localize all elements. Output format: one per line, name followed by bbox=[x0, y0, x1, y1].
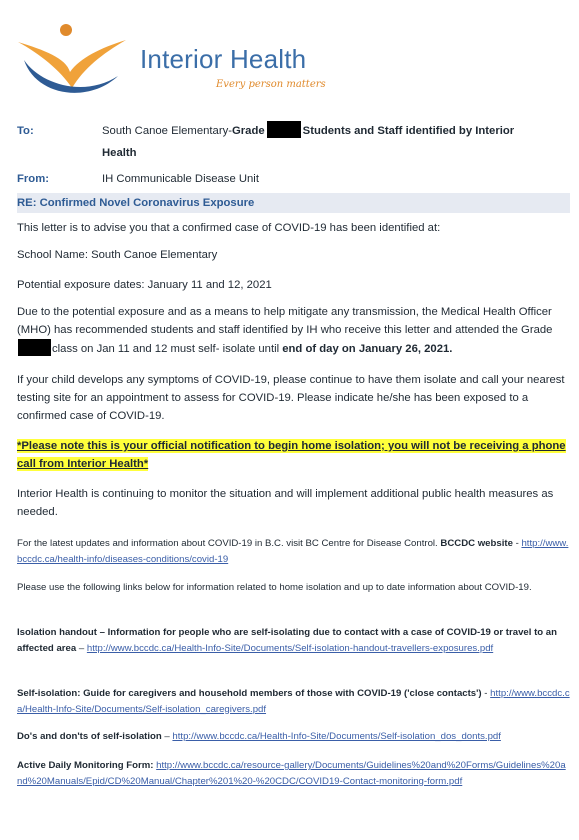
dos-donts-link[interactable]: http://www.bccdc.ca/Health-Info-Site/Doc… bbox=[172, 731, 501, 742]
dos-donts-label: Do's and don'ts of self-isolation bbox=[17, 731, 162, 742]
bccdc-paragraph: For the latest updates and information a… bbox=[17, 536, 570, 567]
intro-paragraph: This letter is to advise you that a conf… bbox=[17, 222, 441, 234]
dos-donts-item: Do's and don'ts of self-isolation – http… bbox=[17, 729, 570, 745]
bccdc-text: For the latest updates and information a… bbox=[17, 538, 438, 549]
to-school: South Canoe Elementary- bbox=[102, 125, 232, 137]
monitoring-paragraph: Interior Health is continuing to monitor… bbox=[17, 488, 554, 519]
from-row: From: IH Communicable Disease Unit bbox=[17, 168, 570, 190]
to-row: To: South Canoe Elementary-Grade Students… bbox=[17, 120, 570, 164]
letter-page: Interior Health Every person matters To:… bbox=[0, 0, 579, 840]
exposure-dates: Potential exposure dates: January 11 and… bbox=[17, 279, 272, 291]
to-grade: Grade bbox=[232, 125, 265, 137]
dash: - bbox=[512, 538, 519, 549]
isolation-text-b: class on Jan 11 and 12 must self- isolat… bbox=[52, 343, 280, 356]
bccdc-label: BCCDC website bbox=[440, 538, 513, 549]
isolation-handout-link[interactable]: http://www.bccdc.ca/Health-Info-Site/Doc… bbox=[87, 643, 493, 654]
monitoring-form-label: Active Daily Monitoring Form: bbox=[17, 760, 154, 771]
subject-line: RE: Confirmed Novel Coronavirus Exposure bbox=[17, 193, 570, 213]
notification-highlight: *Please note this is your official notif… bbox=[17, 439, 566, 472]
logo-wordmark: Interior Health bbox=[140, 44, 307, 74]
logo-tagline: Every person matters bbox=[216, 79, 326, 90]
isolation-end-date: end of day on January 26, 2021. bbox=[282, 343, 453, 356]
redaction-bar bbox=[266, 121, 301, 138]
interior-health-logo: Interior Health Every person matters bbox=[14, 14, 354, 104]
links-intro: Please use the following links below for… bbox=[17, 582, 532, 593]
from-value: IH Communicable Disease Unit bbox=[102, 173, 259, 185]
symptoms-paragraph: If your child develops any symptoms of C… bbox=[17, 374, 565, 423]
dash: - bbox=[481, 688, 488, 699]
redaction-bar bbox=[18, 339, 51, 357]
caregivers-item: Self-isolation: Guide for caregivers and… bbox=[17, 686, 570, 717]
isolation-handout-item: Isolation handout – Information for peop… bbox=[17, 625, 570, 656]
to-value: South Canoe Elementary-Grade Students and… bbox=[102, 120, 557, 164]
to-label: To: bbox=[17, 125, 34, 137]
dash: – bbox=[76, 642, 87, 654]
notification-paragraph: *Please note this is your official notif… bbox=[17, 437, 570, 473]
isolation-paragraph: Due to the potential exposure and as a m… bbox=[17, 303, 570, 359]
isolation-text-a: Due to the potential exposure and as a m… bbox=[17, 306, 553, 337]
school-name: School Name: South Canoe Elementary bbox=[17, 249, 218, 261]
to-recipients: Students and Staff identified by Interio… bbox=[302, 125, 515, 137]
logo-mark-icon bbox=[18, 24, 126, 93]
monitoring-form-item: Active Daily Monitoring Form: http://www… bbox=[17, 758, 570, 789]
from-label: From: bbox=[17, 173, 50, 185]
to-recipients-end: Health bbox=[102, 147, 137, 159]
caregivers-label: Self-isolation: Guide for caregivers and… bbox=[17, 688, 482, 699]
dash: – bbox=[161, 731, 173, 742]
